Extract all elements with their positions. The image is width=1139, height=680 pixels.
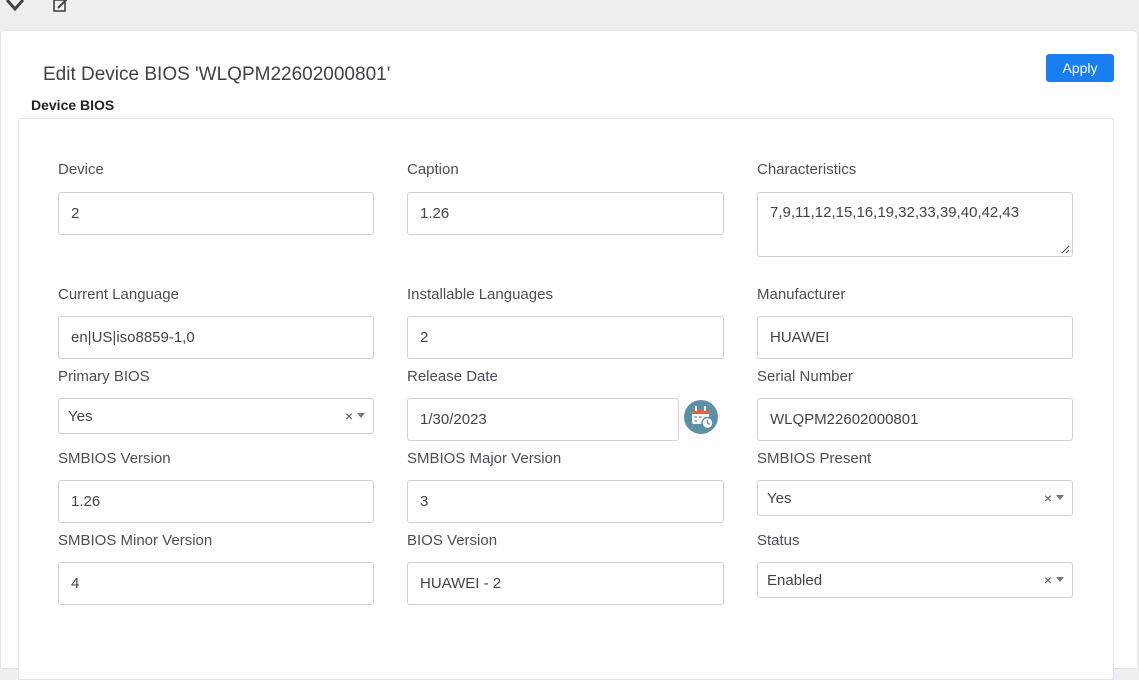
characteristics-label: Characteristics (757, 161, 857, 178)
status-label: Status (757, 532, 800, 549)
installable-languages-label: Installable Languages (407, 286, 553, 303)
current-language-label: Current Language (58, 286, 179, 303)
caption-value: 1.26 (420, 205, 450, 222)
chevron-down-icon[interactable] (1056, 495, 1064, 500)
calendar-icon[interactable] (684, 400, 718, 434)
status-select[interactable]: Enabled × (757, 562, 1073, 598)
smbios-major-version-input[interactable]: 3 (407, 480, 724, 523)
primary-bios-value: Yes (68, 407, 93, 425)
smbios-version-label: SMBIOS Version (58, 450, 171, 467)
manufacturer-input[interactable]: HUAWEI (757, 316, 1073, 359)
smbios-minor-version-value: 4 (71, 575, 80, 592)
chevron-down-icon[interactable] (357, 413, 365, 418)
device-label: Device (58, 161, 104, 178)
release-date-label: Release Date (407, 368, 498, 385)
chevron-down-icon[interactable] (1056, 577, 1064, 582)
dialog-title: Edit Device BIOS 'WLQPM22602000801' (43, 64, 391, 85)
manufacturer-label: Manufacturer (757, 286, 846, 303)
smbios-present-value: Yes (767, 489, 792, 507)
serial-number-label: Serial Number (757, 368, 853, 385)
resize-grip-icon[interactable] (1061, 245, 1070, 254)
primary-bios-select[interactable]: Yes × (58, 398, 374, 434)
smbios-major-version-value: 3 (420, 493, 429, 510)
serial-number-input[interactable]: WLQPM22602000801 (757, 398, 1073, 441)
smbios-present-select[interactable]: Yes × (757, 480, 1073, 516)
clear-icon[interactable]: × (1044, 572, 1052, 588)
manufacturer-value: HUAWEI (770, 329, 830, 346)
caption-label: Caption (407, 161, 459, 178)
smbios-minor-version-label: SMBIOS Minor Version (58, 532, 213, 549)
device-value: 2 (71, 205, 80, 222)
smbios-minor-version-input[interactable]: 4 (58, 562, 374, 605)
bios-version-label: BIOS Version (407, 532, 498, 549)
section-label: Device BIOS (31, 97, 115, 113)
top-toolbar (0, 0, 1139, 30)
primary-bios-label: Primary BIOS (58, 368, 150, 385)
smbios-version-value: 1.26 (71, 493, 101, 510)
current-language-input[interactable]: en|US|iso8859-1,0 (58, 316, 374, 359)
characteristics-value: 7,9,11,12,15,16,19,32,33,39,40,42,43 (770, 204, 1020, 221)
status-value: Enabled (767, 571, 823, 589)
release-date-value: 1/30/2023 (420, 411, 487, 428)
release-date-input[interactable]: 1/30/2023 (407, 398, 679, 441)
installable-languages-value: 2 (420, 329, 429, 346)
diamond-check-icon[interactable] (6, 0, 24, 14)
clear-icon[interactable]: × (1044, 490, 1052, 506)
edit-icon[interactable] (52, 0, 70, 14)
bios-version-input[interactable]: HUAWEI - 2 (407, 562, 724, 605)
installable-languages-input[interactable]: 2 (407, 316, 724, 359)
clear-icon[interactable]: × (345, 408, 353, 424)
bios-version-value: HUAWEI - 2 (420, 575, 502, 592)
apply-button[interactable]: Apply (1046, 54, 1114, 82)
smbios-present-label: SMBIOS Present (757, 450, 872, 467)
characteristics-textarea[interactable]: 7,9,11,12,15,16,19,32,33,39,40,42,43 (757, 192, 1073, 257)
smbios-version-input[interactable]: 1.26 (58, 480, 374, 523)
serial-number-value: WLQPM22602000801 (770, 411, 919, 428)
device-input[interactable]: 2 (58, 192, 374, 235)
smbios-major-version-label: SMBIOS Major Version (407, 450, 562, 467)
caption-input[interactable]: 1.26 (407, 192, 724, 235)
current-language-value: en|US|iso8859-1,0 (71, 329, 195, 346)
